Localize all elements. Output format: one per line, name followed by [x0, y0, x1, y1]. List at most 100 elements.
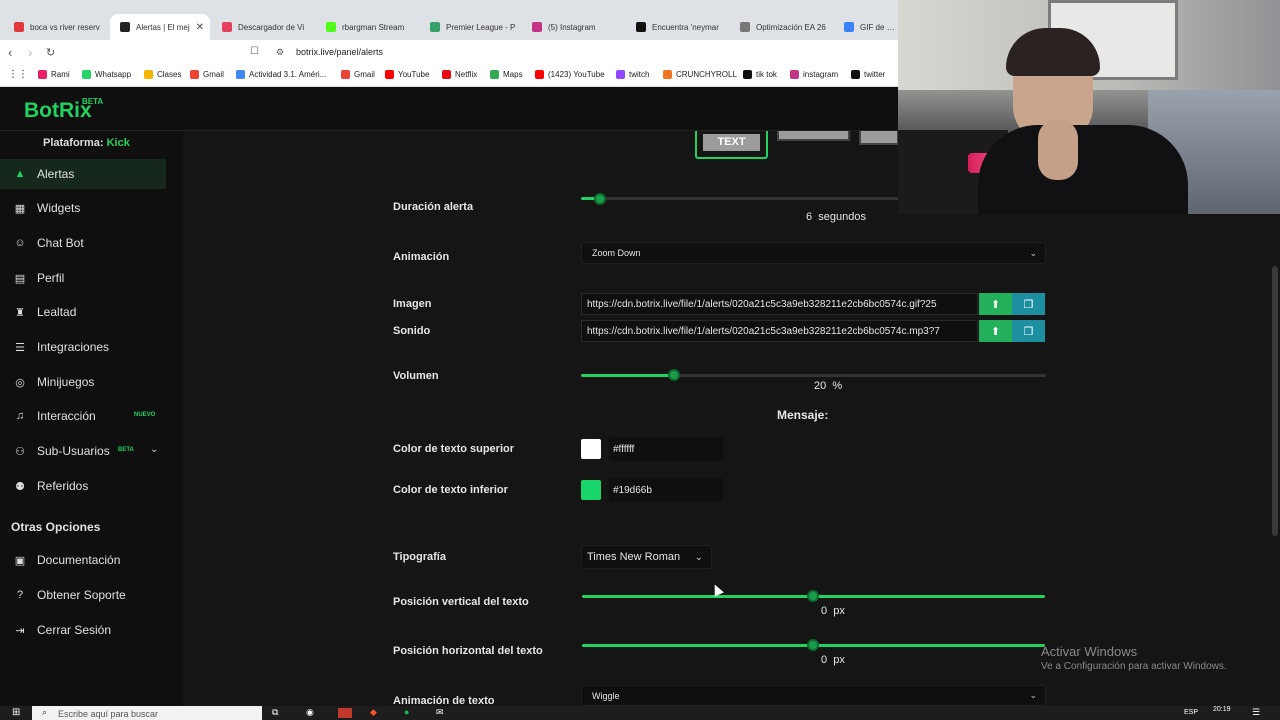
bookmark-item[interactable]: Rami — [38, 70, 70, 79]
chevron-down-icon[interactable]: ⌄ — [150, 444, 158, 455]
bookmark-item[interactable]: CRUNCHYROLL — [663, 70, 737, 79]
page-scrollbar[interactable] — [1272, 266, 1278, 536]
webcam-shirt — [978, 125, 1188, 214]
sidebar-item-interacci-n[interactable]: ♫ Interacción NUEVO — [0, 401, 166, 431]
tab-title: Premier League - P — [446, 22, 516, 32]
taskbar-search-box[interactable]: ⌕ Escribe aquí para buscar — [32, 706, 262, 720]
browser-tab[interactable]: boca vs river reserv — [4, 14, 108, 40]
vpos-slider-thumb[interactable] — [807, 590, 819, 602]
sidebar-gutter — [166, 131, 183, 706]
sidebar-item-label: Lealtad — [37, 305, 77, 319]
top-color-input[interactable]: #ffffff — [609, 437, 723, 461]
hpos-slider-thumb[interactable] — [807, 639, 819, 651]
language-indicator[interactable]: ESP — [1184, 709, 1198, 716]
gallery-icon: ❐ — [1023, 298, 1034, 311]
sidebar-item-sub-usuarios[interactable]: ⚇ Sub-Usuarios BETA ⌄ — [0, 436, 166, 466]
image-gallery-button[interactable]: ❐ — [1012, 293, 1045, 315]
sound-url-input[interactable]: https://cdn.botrix.live/file/1/alerts/02… — [581, 320, 978, 342]
apps-grid-icon[interactable]: ⋮⋮ — [8, 69, 28, 80]
bookmark-item[interactable]: (1423) YouTube — [535, 70, 605, 79]
list-icon: ☰ — [15, 341, 25, 354]
bookmark-item[interactable]: Gmail — [190, 70, 224, 79]
task-view-icon[interactable]: ⧉ — [272, 707, 278, 718]
vpos-unit: px — [833, 605, 845, 617]
sidebar-item-label: Perfil — [37, 271, 65, 285]
layout-option-text[interactable]: TEXT — [695, 131, 768, 159]
bookmark-icon[interactable]: ☐ — [250, 46, 259, 57]
bookmark-item[interactable]: tik tok — [743, 70, 777, 79]
sidebar-item-label: Cerrar Sesión — [37, 623, 112, 637]
top-color-swatch[interactable] — [581, 439, 601, 459]
bookmark-item[interactable]: Clases — [144, 70, 181, 79]
bookmark-item[interactable]: Gmail — [341, 70, 375, 79]
bookmark-favicon-icon — [490, 70, 499, 79]
brave-icon[interactable]: ◆ — [370, 707, 377, 718]
bookmark-item[interactable]: twitch — [616, 70, 649, 79]
site-info-icon[interactable]: ⚙ — [276, 47, 284, 58]
sidebar-item-referidos[interactable]: ⚉ Referidos — [0, 471, 166, 501]
sound-gallery-button[interactable]: ❐ — [1012, 320, 1045, 342]
sidebar-item-obtener-soporte[interactable]: ? Obtener Soporte — [0, 580, 166, 610]
sound-upload-button[interactable]: ⬆ — [979, 320, 1012, 342]
duration-slider-thumb[interactable] — [594, 193, 606, 205]
bookmark-item[interactable]: instagram — [790, 70, 838, 79]
bottom-color-swatch[interactable] — [581, 480, 601, 500]
browser-tab[interactable]: Alertas | El mej ✕ — [110, 14, 210, 40]
layout-option-2[interactable] — [777, 131, 850, 141]
taskbar-app-icon[interactable] — [338, 708, 352, 718]
back-icon[interactable]: ‹ — [8, 45, 12, 60]
vpos-label: Posición vertical del texto — [393, 596, 529, 608]
mail-icon[interactable]: ✉ — [436, 707, 444, 718]
reload-icon[interactable]: ↻ — [46, 46, 55, 59]
browser-tab[interactable]: (5) Instagram — [522, 14, 624, 40]
browser-tab[interactable]: Encuentra 'neymar — [626, 14, 728, 40]
bookmark-item[interactable]: Actividad 3.1. Améri... — [236, 70, 326, 79]
sidebar-item-minijuegos[interactable]: ◎ Minijuegos — [0, 367, 166, 397]
volume-slider-fill — [581, 374, 674, 377]
browser-tab[interactable]: rbargman Stream — [316, 14, 418, 40]
logo-beta-badge: BETA — [82, 97, 104, 106]
steam-icon[interactable]: ◉ — [306, 707, 314, 718]
gamepad-icon: ◎ — [15, 376, 25, 389]
url-text[interactable]: botrix.live/panel/alerts — [296, 47, 383, 57]
volume-slider-thumb[interactable] — [668, 369, 680, 381]
browser-tab[interactable]: Premier League - P — [420, 14, 520, 40]
image-upload-button[interactable]: ⬆ — [979, 293, 1012, 315]
browser-tab[interactable]: GIF de Cent — [834, 14, 898, 40]
bookmark-item[interactable]: Netflix — [442, 70, 477, 79]
duration-value: 6 — [806, 211, 813, 223]
taskbar-clock[interactable]: 20:19 — [1213, 706, 1231, 713]
close-tab-icon[interactable]: ✕ — [196, 22, 204, 33]
sidebar-item-documentaci-n[interactable]: ▣ Documentación — [0, 545, 166, 575]
bookmark-item[interactable]: twitter — [851, 70, 885, 79]
bookmark-item[interactable]: Maps — [490, 70, 523, 79]
tab-title: GIF de Cent — [860, 22, 898, 32]
bottom-color-input[interactable]: #19d66b — [609, 478, 723, 502]
sidebar-item-lealtad[interactable]: ♜ Lealtad — [0, 297, 166, 327]
bookmark-item[interactable]: YouTube — [385, 70, 429, 79]
animation-value: Zoom Down — [592, 248, 641, 258]
windows-start-icon[interactable]: ⊞ — [12, 707, 20, 718]
tab-title: boca vs river reserv — [30, 22, 100, 32]
sidebar-item-cerrar-sesi-n[interactable]: ⇥ Cerrar Sesión — [0, 615, 166, 645]
image-url-input[interactable]: https://cdn.botrix.live/file/1/alerts/02… — [581, 293, 978, 315]
layout-option-3[interactable] — [859, 131, 899, 145]
bookmark-item[interactable]: Whatsapp — [82, 70, 131, 79]
browser-tab[interactable]: Optimización EA 26 — [730, 14, 832, 40]
browser-tab[interactable]: Descargador de Vi — [212, 14, 314, 40]
sidebar-item-chat-bot[interactable]: ☺ Chat Bot — [0, 228, 166, 258]
image-label: Imagen — [393, 298, 432, 310]
sidebar-item-alertas[interactable]: ▲ Alertas — [0, 159, 166, 189]
animation-select[interactable]: Zoom Down ⌄ — [581, 242, 1046, 264]
bookmarks-bar: ⋮⋮ Rami Whatsapp Clases Gmail Actividad 3.1.… — [0, 65, 898, 87]
sidebar-item-integraciones[interactable]: ☰ Integraciones — [0, 332, 166, 362]
sidebar-item-label: Widgets — [37, 201, 81, 215]
notifications-icon[interactable]: ☰ — [1252, 707, 1260, 718]
volume-value: 20 — [814, 380, 827, 392]
font-select[interactable]: Times New Roman ⌄ — [581, 545, 712, 569]
sidebar-item-widgets[interactable]: ▦ Widgets — [0, 193, 166, 223]
spotify-icon[interactable]: ● — [404, 707, 409, 717]
text-anim-select[interactable]: Wiggle ⌄ — [581, 685, 1046, 706]
sidebar-item-perfil[interactable]: ▤ Perfil — [0, 263, 166, 293]
forward-icon[interactable]: › — [28, 45, 32, 60]
